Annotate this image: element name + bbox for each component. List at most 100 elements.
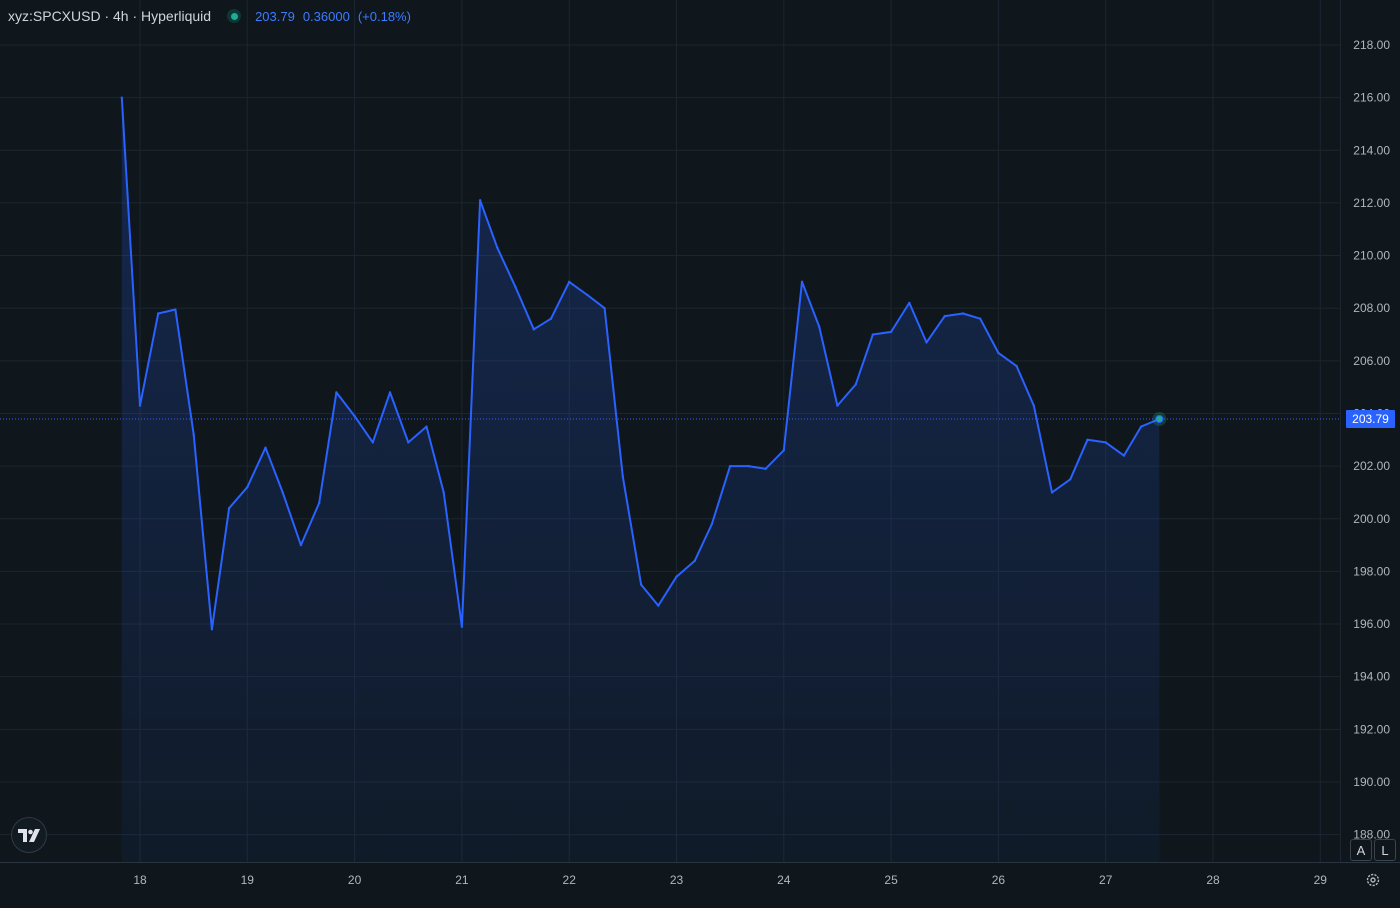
x-tick-label: 27 [1099,873,1113,887]
data-point [764,467,767,470]
data-point [335,391,338,394]
change-value: 0.36000 [302,8,350,24]
last-point-marker [1155,415,1164,424]
y-tick-label: 196.00 [1353,617,1390,631]
gear-icon[interactable] [1363,870,1383,890]
data-point [782,449,785,452]
data-point [889,330,893,334]
data-point [442,491,445,494]
data-point [747,464,750,468]
y-tick-label: 216.00 [1353,91,1390,105]
data-point [264,446,267,449]
data-point [157,312,160,315]
data-point [693,559,696,563]
y-tick-label: 210.00 [1353,249,1390,263]
data-point [192,433,195,436]
x-tick-label: 25 [884,873,898,887]
data-point [353,414,356,418]
data-point [388,391,392,394]
y-tick-label: 202.00 [1353,459,1390,473]
x-tick-label: 28 [1206,873,1220,887]
data-point [317,501,321,505]
y-tick-label: 198.00 [1353,564,1390,578]
data-point [532,328,535,331]
change-percent: (+0.18%) [357,8,411,24]
data-point [246,485,249,489]
data-point [120,96,123,99]
last-price-tag: 203.79 [1346,410,1395,429]
data-point [496,246,499,249]
market-open-dot-icon [227,9,242,23]
data-point [1104,441,1107,444]
x-tick-label: 22 [563,873,577,887]
last-price-value: 203.79 [255,8,295,24]
data-point [138,404,142,407]
data-point [728,464,732,468]
data-point [299,543,303,547]
data-point [425,425,428,428]
data-point [854,383,857,386]
data-point [978,317,982,320]
data-point [1032,404,1036,407]
y-axis: 218.00 216.00 214.00 212.00 210.00 208.00 206.… [1353,38,1390,842]
data-point [227,507,231,510]
y-tick-label: 212.00 [1353,196,1390,210]
symbol-title[interactable]: xyz:SPCXUSD · 4h · Hyperliquid [8,8,211,24]
price-chart[interactable]: 218.00 216.00 214.00 212.00 210.00 208.00 206.… [0,0,1400,908]
data-point [836,404,839,407]
data-point [1015,364,1018,368]
last-price-label: 203.79 [1352,412,1389,426]
data-point [908,301,911,305]
data-point [675,575,678,578]
x-axis: 18 19 20 21 22 23 24 25 26 27 28 29 [133,873,1327,887]
y-tick-label: 206.00 [1353,354,1390,368]
data-point [639,583,643,586]
x-tick-label: 20 [348,873,362,887]
data-point [800,280,804,284]
data-point [621,475,625,478]
data-point [210,628,214,631]
y-tick-label: 218.00 [1353,38,1390,52]
data-point [710,522,714,526]
log-scale-button[interactable]: L [1374,839,1396,861]
data-point [1139,425,1143,428]
data-point [174,308,177,311]
data-point [818,325,821,328]
y-tick-label: 192.00 [1353,722,1390,736]
data-point [1069,478,1072,481]
x-tick-label: 21 [455,873,469,887]
x-tick-label: 18 [133,873,147,887]
chart-legend: xyz:SPCXUSD · 4h · Hyperliquid 203.79 0.… [8,6,411,26]
data-point [1086,438,1089,441]
x-tick-label: 23 [670,873,684,887]
auto-scale-button[interactable]: A [1350,839,1372,861]
y-tick-label: 194.00 [1353,670,1390,684]
y-tick-label: 190.00 [1353,775,1390,789]
data-point [943,314,946,318]
y-tick-label: 200.00 [1353,512,1390,526]
data-point [925,341,928,344]
data-point [478,199,482,202]
data-point [460,625,464,628]
y-tick-label: 214.00 [1353,143,1390,157]
data-point [371,441,375,444]
data-point [586,293,589,297]
data-point [568,280,571,284]
data-point [281,491,284,494]
x-tick-label: 29 [1314,873,1328,887]
data-point [871,333,875,336]
data-point [961,312,965,315]
x-tick-label: 24 [777,873,791,887]
data-point [603,307,606,310]
data-point [657,604,660,607]
data-point [407,441,410,444]
tradingview-logo-icon[interactable] [11,817,47,853]
data-point [1050,491,1054,494]
data-point [549,317,553,320]
data-point [997,351,1000,355]
data-point [1122,454,1126,457]
y-tick-label: 208.00 [1353,301,1390,315]
data-point [514,285,517,289]
x-tick-label: 19 [241,873,255,887]
x-tick-label: 26 [992,873,1006,887]
